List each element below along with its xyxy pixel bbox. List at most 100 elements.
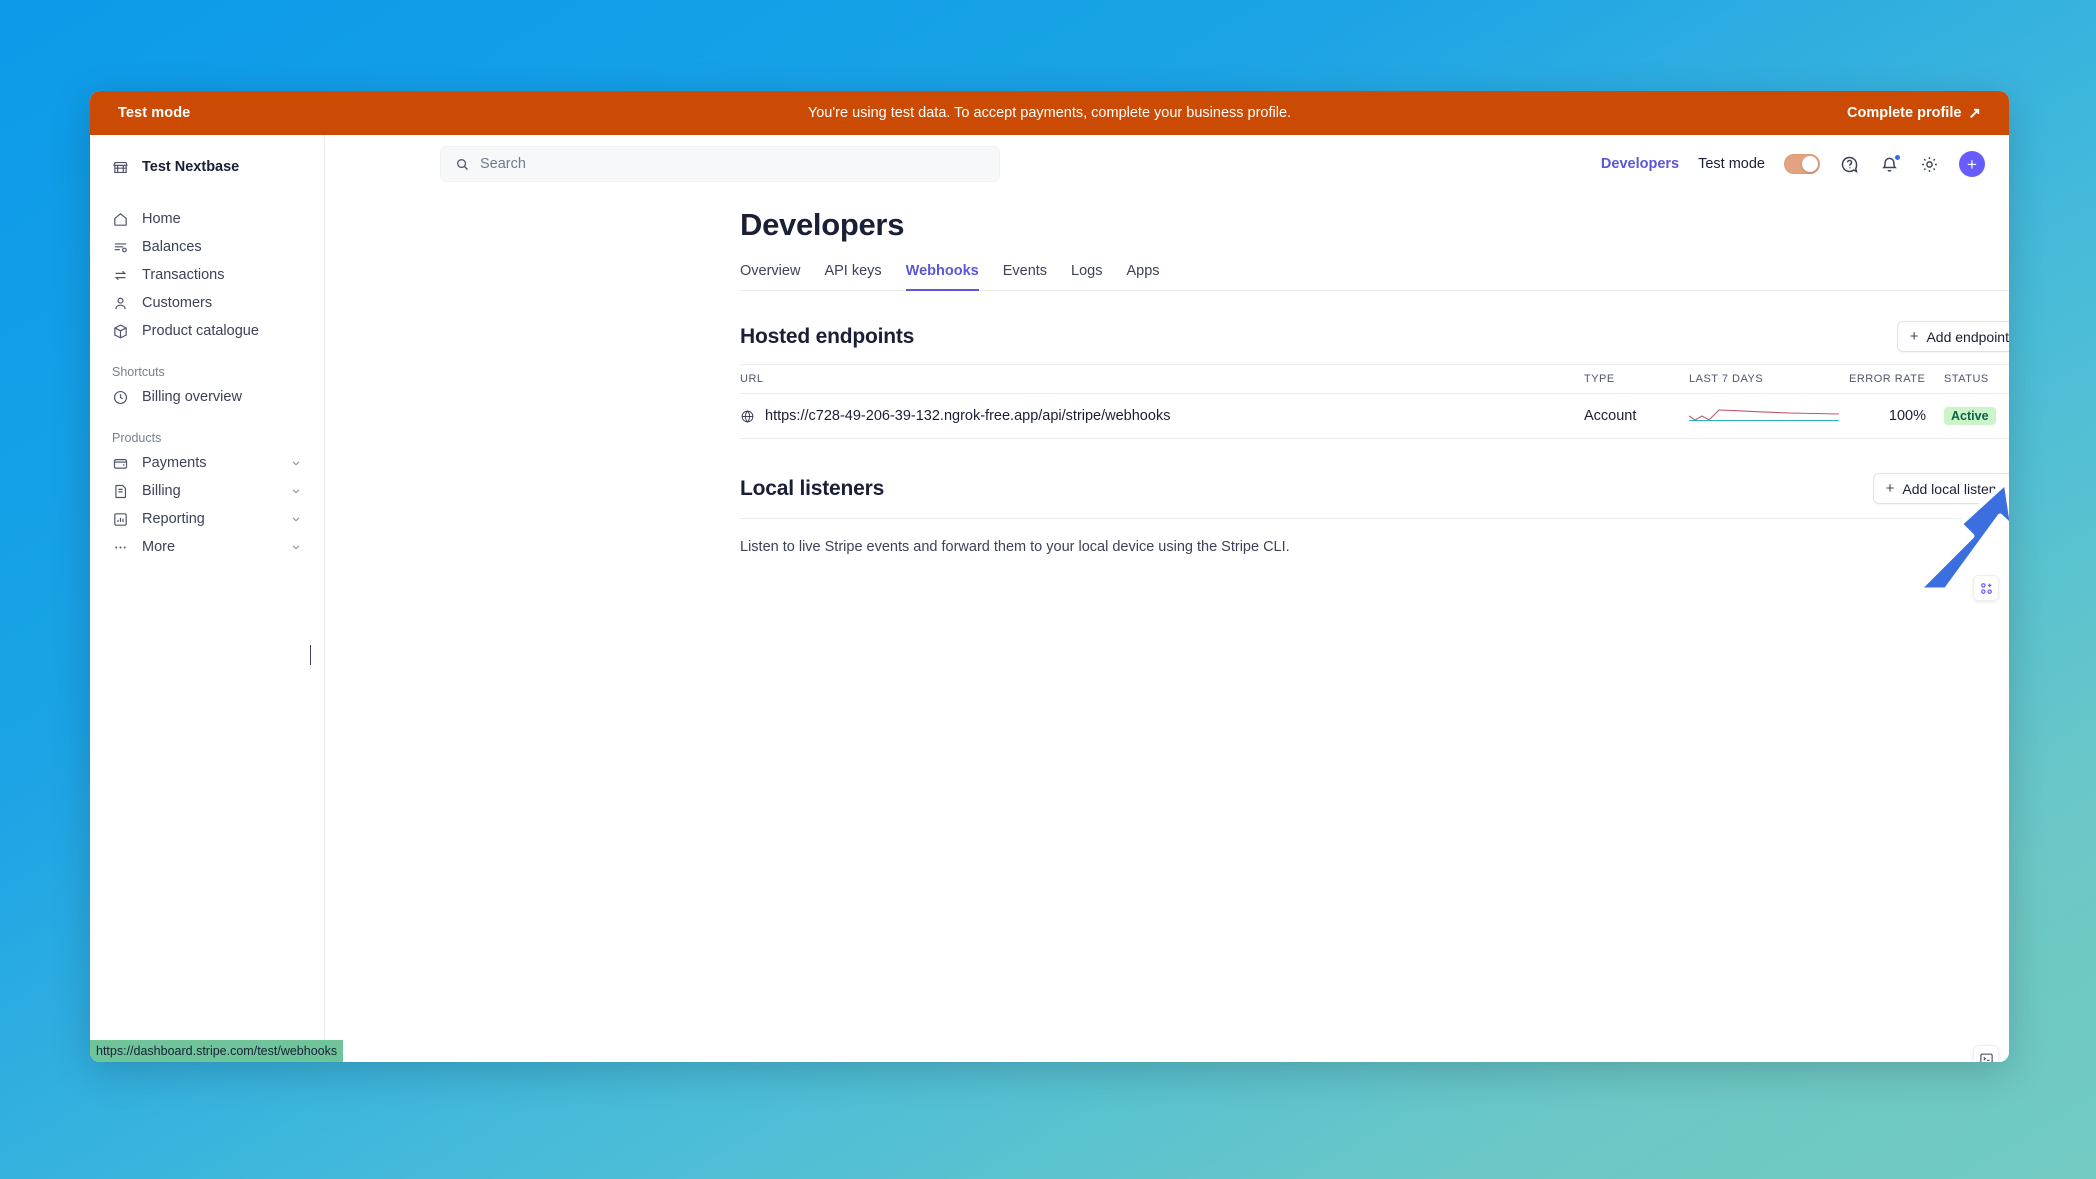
search-placeholder: Search xyxy=(480,156,526,172)
endpoint-sparkline xyxy=(1689,394,1849,439)
column-last-7-days: LAST 7 DAYS xyxy=(1689,365,1849,394)
sidebar-item-billing-label: Billing xyxy=(142,483,181,499)
box-icon xyxy=(112,323,129,340)
topbar-actions: Developers Test mode + xyxy=(1601,151,1985,177)
plus-icon: + xyxy=(1910,329,1919,344)
sidebar-item-payments-label: Payments xyxy=(142,455,206,471)
sidebar-item-reporting-label: Reporting xyxy=(142,511,205,527)
hosted-endpoints-title: Hosted endpoints xyxy=(740,325,914,349)
search-input[interactable]: Search xyxy=(440,146,1000,182)
local-listeners-title: Local listeners xyxy=(740,477,884,501)
tab-webhooks[interactable]: Webhooks xyxy=(906,257,979,290)
sidebar-item-more-label: More xyxy=(142,539,175,555)
account-name: Test Nextbase xyxy=(142,159,239,175)
chevron-down-icon[interactable] xyxy=(290,485,302,497)
endpoint-url-cell[interactable]: https://c728-49-206-39-132.ngrok-free.ap… xyxy=(740,394,1584,439)
table-header-row: URL TYPE LAST 7 DAYS ERROR RATE STATUS xyxy=(740,365,2009,394)
sidebar-section-products: Products xyxy=(90,425,324,449)
sidebar-item-billing-overview[interactable]: Billing overview xyxy=(90,383,324,411)
wallet-icon xyxy=(112,455,129,472)
local-listeners-description: Listen to live Stripe events and forward… xyxy=(740,539,2009,555)
sidebar-item-product-catalogue-label: Product catalogue xyxy=(142,323,259,339)
sidebar-item-balances[interactable]: Balances xyxy=(90,233,324,261)
sidebar-section-shortcuts: Shortcuts xyxy=(90,359,324,383)
sidebar-item-home[interactable]: Home xyxy=(90,205,324,233)
add-local-listener-button[interactable]: + Add local listener xyxy=(1873,473,2009,504)
endpoints-table: URL TYPE LAST 7 DAYS ERROR RATE STATUS xyxy=(740,364,2009,439)
tab-logs[interactable]: Logs xyxy=(1071,257,1102,290)
invoice-icon xyxy=(112,483,129,500)
sidebar-item-product-catalogue[interactable]: Product catalogue xyxy=(90,317,324,345)
help-circle-icon[interactable] xyxy=(1839,154,1860,175)
test-mode-toggle[interactable] xyxy=(1784,154,1820,174)
home-icon xyxy=(112,211,129,228)
gear-icon[interactable] xyxy=(1919,154,1940,175)
page-content: Developers Overview API keys Webhooks Ev… xyxy=(325,207,2009,555)
column-error-rate: ERROR RATE xyxy=(1849,365,1944,394)
plus-icon[interactable]: + xyxy=(1959,151,1985,177)
bell-icon[interactable] xyxy=(1879,154,1900,175)
sparkline-chart xyxy=(1689,405,1839,427)
clock-icon xyxy=(112,389,129,406)
test-mode-banner: Test mode You're using test data. To acc… xyxy=(90,91,2009,135)
status-bar-url: https://dashboard.stripe.com/test/webhoo… xyxy=(90,1040,343,1062)
tab-overview[interactable]: Overview xyxy=(740,257,800,290)
developers-link[interactable]: Developers xyxy=(1601,156,1679,172)
complete-profile-label: Complete profile xyxy=(1847,105,1961,121)
browser-window: Test mode You're using test data. To acc… xyxy=(90,91,2009,1062)
account-switcher[interactable]: Test Nextbase xyxy=(90,147,324,187)
test-mode-toggle-label: Test mode xyxy=(1698,156,1765,172)
ellipsis-icon xyxy=(112,539,129,556)
sidebar: Test Nextbase Home Balances xyxy=(90,135,325,1062)
sidebar-item-billing-overview-label: Billing overview xyxy=(142,389,242,405)
chevron-down-icon[interactable] xyxy=(290,457,302,469)
tab-api-keys[interactable]: API keys xyxy=(824,257,881,290)
terminal-icon[interactable] xyxy=(1973,1045,1999,1062)
table-row[interactable]: https://c728-49-206-39-132.ngrok-free.ap… xyxy=(740,394,2009,439)
tab-apps[interactable]: Apps xyxy=(1127,257,1160,290)
main-area: Search Developers Test mode xyxy=(325,135,2009,1062)
apps-grid-glyph xyxy=(1979,581,1994,596)
column-type: TYPE xyxy=(1584,365,1689,394)
sidebar-item-customers[interactable]: Customers xyxy=(90,289,324,317)
globe-icon xyxy=(740,409,755,424)
sidebar-item-reporting[interactable]: Reporting xyxy=(90,505,324,533)
page-tabs: Overview API keys Webhooks Events Logs A… xyxy=(740,257,2009,291)
sidebar-item-balances-label: Balances xyxy=(142,239,202,255)
external-link-icon: ↗ xyxy=(1968,106,1981,121)
chart-icon xyxy=(112,511,129,528)
sidebar-item-more[interactable]: More xyxy=(90,533,324,561)
test-mode-banner-message: You're using test data. To accept paymen… xyxy=(90,105,2009,121)
endpoint-type: Account xyxy=(1584,394,1689,439)
add-endpoint-button[interactable]: + Add endpoint xyxy=(1897,321,2009,352)
search-icon xyxy=(455,157,470,172)
status-badge: Active xyxy=(1944,407,1996,425)
apps-grid-icon[interactable] xyxy=(1973,575,1999,601)
chevron-down-icon[interactable] xyxy=(290,541,302,553)
complete-profile-link[interactable]: Complete profile ↗ xyxy=(1847,105,1981,121)
add-local-listener-label: Add local listener xyxy=(1902,481,2009,497)
sidebar-item-payments[interactable]: Payments xyxy=(90,449,324,477)
status-badge-cell: Active xyxy=(1944,394,2009,439)
sidebar-primary-nav: Home Balances Transactions xyxy=(90,205,324,345)
chevron-down-icon[interactable] xyxy=(290,513,302,525)
page-title: Developers xyxy=(740,207,2009,243)
test-mode-banner-label: Test mode xyxy=(118,105,190,121)
endpoint-error-rate: 100% xyxy=(1849,394,1944,439)
column-url: URL xyxy=(740,365,1584,394)
sidebar-item-transactions[interactable]: Transactions xyxy=(90,261,324,289)
text-cursor xyxy=(310,645,311,665)
tab-events[interactable]: Events xyxy=(1003,257,1047,290)
local-listeners-header: Local listeners + Add local listener xyxy=(740,473,2009,504)
terminal-glyph xyxy=(1979,1051,1994,1063)
transactions-icon xyxy=(112,267,129,284)
topbar: Search Developers Test mode xyxy=(325,135,2009,193)
plus-icon: + xyxy=(1886,481,1895,496)
sidebar-item-billing[interactable]: Billing xyxy=(90,477,324,505)
sidebar-item-customers-label: Customers xyxy=(142,295,212,311)
hosted-endpoints-header: Hosted endpoints + Add endpoint xyxy=(740,321,2009,352)
sidebar-item-transactions-label: Transactions xyxy=(142,267,224,283)
endpoint-url: https://c728-49-206-39-132.ngrok-free.ap… xyxy=(765,408,1170,424)
notification-dot xyxy=(1894,154,1901,161)
store-icon xyxy=(112,159,129,176)
